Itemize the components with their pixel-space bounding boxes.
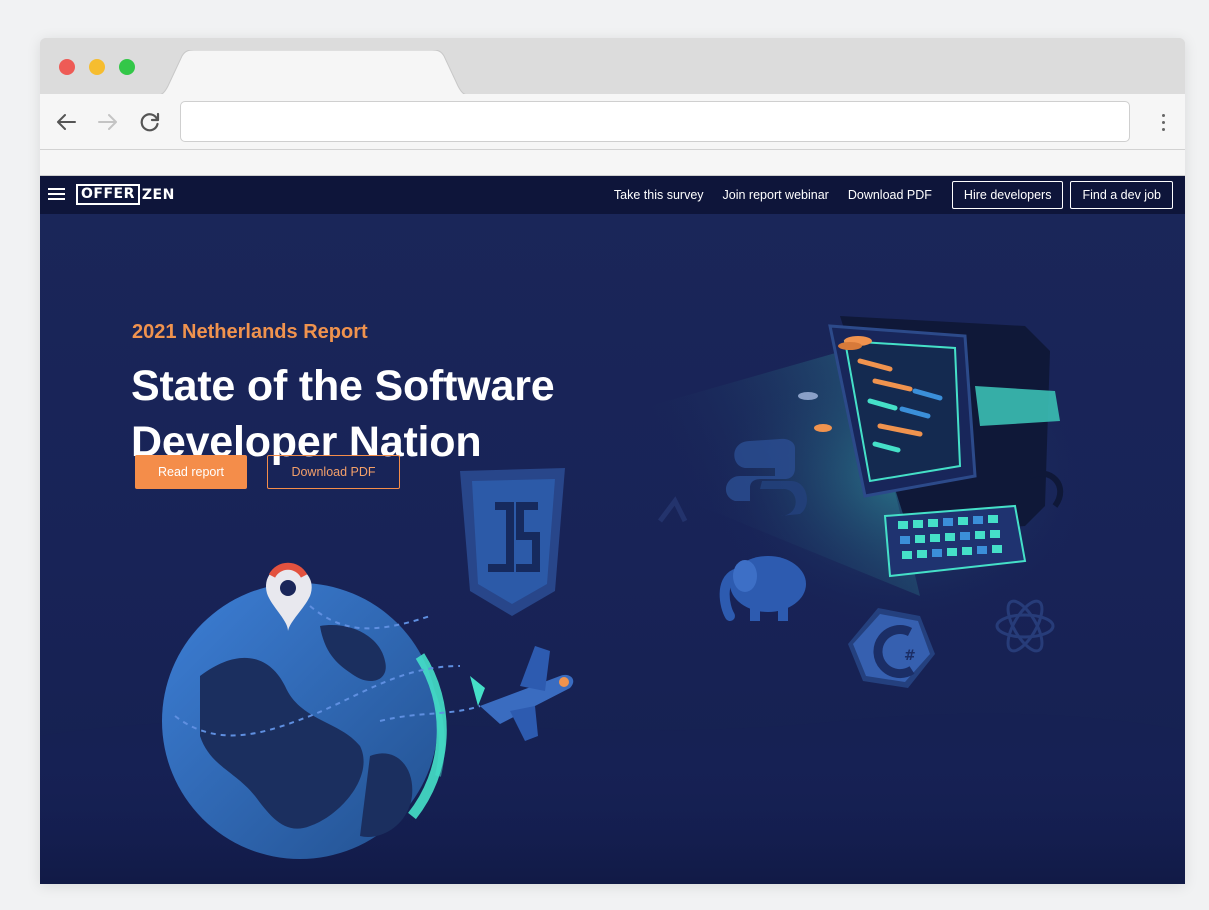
react-atom-icon bbox=[995, 599, 1055, 653]
browser-tab[interactable] bbox=[148, 50, 478, 96]
more-menu-icon[interactable] bbox=[1155, 108, 1171, 136]
hero-title: State of the Software Developer Nation bbox=[131, 362, 555, 466]
address-bar[interactable] bbox=[180, 101, 1130, 142]
offerzen-logo[interactable]: OFFER ZEN bbox=[76, 184, 175, 205]
browser-toolbar bbox=[40, 94, 1185, 150]
site-navbar: OFFER ZEN Take this survey Join report w… bbox=[40, 176, 1185, 214]
reload-icon[interactable] bbox=[136, 108, 164, 136]
bookmarks-bar bbox=[40, 150, 1185, 176]
php-elephant-icon bbox=[719, 556, 806, 621]
map-pin-icon bbox=[266, 562, 312, 631]
logo-text: ZEN bbox=[141, 186, 175, 203]
page-viewport: # OFFER ZEN Take this survey Join report… bbox=[40, 176, 1185, 884]
back-arrow-icon[interactable] bbox=[52, 108, 80, 136]
nav-links: Take this survey Join report webinar Dow… bbox=[595, 180, 1173, 210]
python-logo-icon bbox=[725, 438, 807, 516]
javascript-shield-icon bbox=[460, 468, 565, 616]
close-window-button[interactable] bbox=[59, 59, 75, 75]
find-dev-job-button[interactable]: Find a dev job bbox=[1070, 181, 1173, 209]
hero-subtitle: 2021 Netherlands Report bbox=[132, 321, 368, 343]
hire-developers-button[interactable]: Hire developers bbox=[951, 181, 1064, 209]
hamburger-menu-icon[interactable] bbox=[48, 186, 65, 202]
read-report-button[interactable]: Read report bbox=[135, 455, 247, 489]
logo-boxed-text: OFFER bbox=[76, 184, 140, 205]
maximize-window-button[interactable] bbox=[119, 59, 135, 75]
globe-illustration bbox=[162, 583, 461, 859]
airplane-illustration bbox=[379, 646, 574, 741]
tab-strip bbox=[40, 38, 1185, 96]
minimize-window-button[interactable] bbox=[89, 59, 105, 75]
forward-arrow-icon[interactable] bbox=[94, 108, 122, 136]
csharp-hexagon-icon: # bbox=[848, 608, 935, 688]
nav-link-download-pdf[interactable]: Download PDF bbox=[848, 188, 932, 202]
download-pdf-button[interactable]: Download PDF bbox=[267, 455, 400, 489]
browser-window: # OFFER ZEN Take this survey Join report… bbox=[40, 38, 1185, 884]
svg-text:#: # bbox=[904, 648, 916, 664]
nav-link-webinar[interactable]: Join report webinar bbox=[723, 188, 829, 202]
nav-link-survey[interactable]: Take this survey bbox=[614, 188, 704, 202]
computer-illustration bbox=[798, 316, 1064, 578]
hero-illustration: # bbox=[40, 316, 1185, 884]
